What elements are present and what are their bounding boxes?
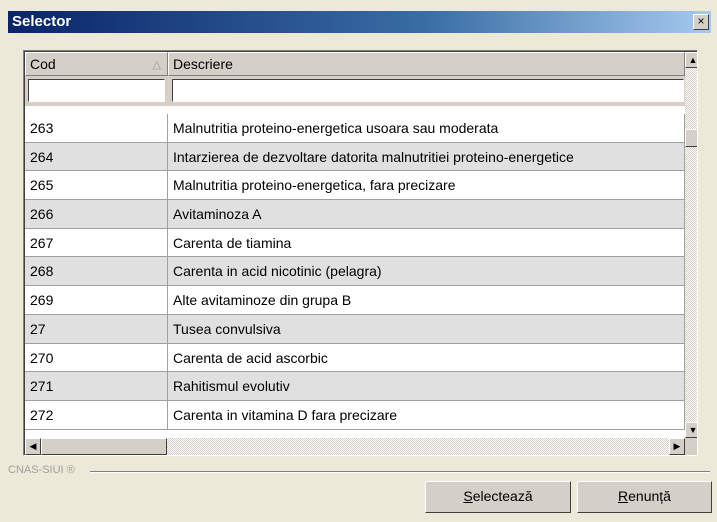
scrollbar-corner bbox=[685, 438, 697, 455]
cell-descriere: Malnutritia proteino-energetica usoara s… bbox=[168, 114, 685, 142]
table-row[interactable]: 269 Alte avitaminoze din grupa B bbox=[25, 286, 685, 315]
selector-grid: Cod △ Descriere 263 Malnutritia proteino-… bbox=[23, 50, 698, 456]
cell-cod: 27 bbox=[25, 314, 168, 343]
cell-descriere: Malnutritia proteino-energetica, fara pr… bbox=[168, 171, 685, 200]
close-icon[interactable]: × bbox=[693, 14, 709, 30]
scroll-left-icon[interactable]: ◀ bbox=[25, 438, 41, 455]
scroll-up-icon[interactable]: ▲ bbox=[685, 52, 697, 68]
table-row[interactable]: 272 Carenta in vitamina D fara precizare bbox=[25, 400, 685, 430]
column-headers: Cod △ Descriere bbox=[25, 52, 685, 76]
table-row[interactable]: 266 Avitaminoza A bbox=[25, 200, 685, 229]
horizontal-scroll-thumb[interactable] bbox=[41, 438, 167, 455]
horizontal-scrollbar[interactable]: ◀ ▶ bbox=[25, 438, 685, 455]
table-row[interactable]: 267 Carenta de tiamina bbox=[25, 228, 685, 258]
cell-descriere: Rahitismul evolutiv bbox=[168, 372, 685, 400]
cell-cod: 269 bbox=[25, 286, 168, 314]
select-button-mnemonic: S bbox=[463, 488, 473, 504]
cancel-button-label: enunță bbox=[628, 488, 671, 504]
select-button[interactable]: Selectează bbox=[425, 481, 571, 513]
cell-descriere: Alte avitaminoze din grupa B bbox=[168, 286, 685, 314]
cell-descriere: Intarzierea de dezvoltare datorita malnu… bbox=[168, 142, 685, 171]
table-row[interactable]: 27 Tusea convulsiva bbox=[25, 314, 685, 344]
window-title: Selector bbox=[12, 13, 72, 30]
cod-filter-input[interactable] bbox=[28, 79, 165, 102]
table-row[interactable]: 264 Intarzierea de dezvoltare datorita ma… bbox=[25, 142, 685, 172]
cell-descriere: Carenta de tiamina bbox=[168, 228, 685, 257]
cell-cod: 265 bbox=[25, 171, 168, 200]
cell-cod: 272 bbox=[25, 400, 168, 429]
column-header-descriere[interactable]: Descriere bbox=[168, 52, 685, 76]
cell-cod: 264 bbox=[25, 142, 168, 171]
cell-cod: 268 bbox=[25, 257, 168, 286]
select-button-label: electează bbox=[472, 488, 533, 504]
column-header-cod-label: Cod bbox=[30, 56, 56, 72]
vertical-scrollbar[interactable]: ▲ ▼ bbox=[685, 52, 697, 438]
selector-dialog: Selector × Cod △ Descriere 263 Malnutriti… bbox=[0, 0, 717, 522]
cell-cod: 266 bbox=[25, 200, 168, 228]
cell-descriere: Avitaminoza A bbox=[168, 200, 685, 228]
cell-cod: 267 bbox=[25, 228, 168, 257]
filter-row bbox=[25, 76, 685, 106]
table-row[interactable]: 270 Carenta de acid ascorbic bbox=[25, 343, 685, 373]
column-header-cod[interactable]: Cod △ bbox=[25, 52, 168, 76]
descriere-filter-input[interactable] bbox=[172, 79, 684, 102]
cell-descriere: Carenta in vitamina D fara precizare bbox=[168, 400, 685, 429]
cell-cod: 263 bbox=[25, 114, 168, 142]
table-row[interactable]: 268 Carenta in acid nicotinic (pelagra) bbox=[25, 257, 685, 287]
scroll-right-icon[interactable]: ▶ bbox=[669, 438, 685, 455]
cancel-button-mnemonic: R bbox=[618, 488, 629, 504]
title-bar[interactable]: Selector × bbox=[8, 11, 711, 33]
table-row[interactable]: 271 Rahitismul evolutiv bbox=[25, 372, 685, 401]
cell-descriere: Carenta in acid nicotinic (pelagra) bbox=[168, 257, 685, 286]
sort-ascending-icon: △ bbox=[152, 59, 161, 71]
cancel-button[interactable]: Renunță bbox=[577, 481, 712, 513]
scroll-down-icon[interactable]: ▼ bbox=[685, 422, 697, 438]
cell-descriere: Carenta de acid ascorbic bbox=[168, 343, 685, 372]
vertical-scroll-thumb[interactable] bbox=[685, 129, 697, 147]
cell-cod: 270 bbox=[25, 343, 168, 372]
table-row[interactable]: 265 Malnutritia proteino-energetica, fara… bbox=[25, 171, 685, 201]
divider bbox=[90, 471, 710, 473]
cell-cod: 271 bbox=[25, 372, 168, 400]
cell-descriere: Tusea convulsiva bbox=[168, 314, 685, 343]
table-row[interactable]: 263 Malnutritia proteino-energetica usoar… bbox=[25, 114, 685, 143]
brand-label: CNAS-SIUI ® bbox=[8, 464, 75, 476]
column-header-descriere-label: Descriere bbox=[173, 56, 233, 72]
grid-rows: 263 Malnutritia proteino-energetica usoar… bbox=[25, 114, 685, 430]
